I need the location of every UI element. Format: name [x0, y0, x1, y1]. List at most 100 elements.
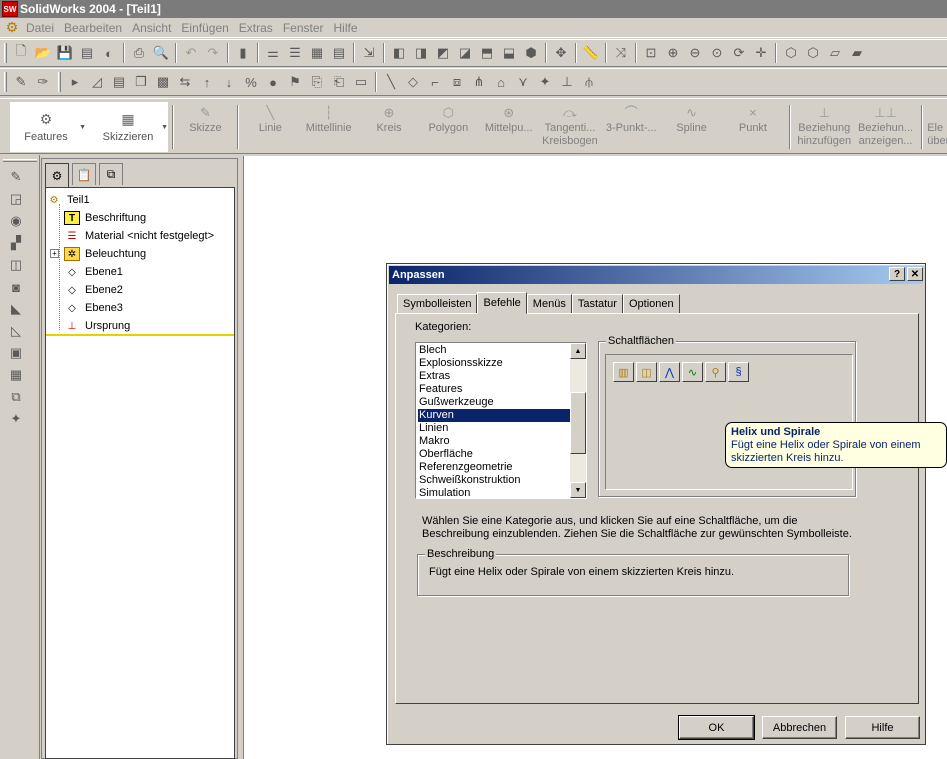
- sketch-copy-icon[interactable]: ❐: [130, 71, 152, 93]
- tree-item-beleuchtung[interactable]: ✲ Beleuchtung: [64, 245, 146, 263]
- close-icon[interactable]: ✕: [907, 267, 923, 281]
- cm-mittelpunkt-button[interactable]: ⊛ Mittelpu...: [478, 102, 539, 152]
- fillet-icon[interactable]: ◣: [4, 298, 28, 320]
- measure-icon[interactable]: 📏: [580, 42, 602, 64]
- list-item[interactable]: Blech: [418, 344, 572, 357]
- list-item[interactable]: Extras: [418, 370, 572, 383]
- split-line-icon[interactable]: ⚲: [705, 362, 726, 382]
- cm-skizze-button[interactable]: ✎ Skizze: [178, 102, 232, 152]
- list-item[interactable]: Linien: [418, 422, 572, 435]
- revolve-icon[interactable]: ◉: [4, 210, 28, 232]
- sketch-save2-icon[interactable]: ⎗: [328, 71, 350, 93]
- cm-entity-button[interactable]: Eleüber: [927, 102, 947, 152]
- toolbar-grip[interactable]: [4, 43, 7, 63]
- redo-icon[interactable]: ↷: [202, 42, 224, 64]
- cm-spline-button[interactable]: ∿ Spline: [662, 102, 721, 152]
- composite-curve-icon[interactable]: ◫: [636, 362, 657, 382]
- toolbar-grip[interactable]: [4, 72, 7, 92]
- view-back-icon[interactable]: ◨: [410, 42, 432, 64]
- cm-punkt-button[interactable]: × Punkt: [721, 102, 784, 152]
- tab-optionen[interactable]: Optionen: [622, 294, 680, 314]
- print-preview-icon[interactable]: 🔍: [150, 42, 172, 64]
- grid-icon[interactable]: ▦: [306, 42, 328, 64]
- curve-box-icon[interactable]: ▥: [613, 362, 634, 382]
- list-item[interactable]: Features: [418, 383, 572, 396]
- helix-spiral-icon[interactable]: §: [728, 362, 749, 382]
- undo-icon[interactable]: ↶: [180, 42, 202, 64]
- filter-icon[interactable]: ⇲: [358, 42, 380, 64]
- view-left-icon[interactable]: ◩: [432, 42, 454, 64]
- zoom-selection-icon[interactable]: ⊙: [706, 42, 728, 64]
- diamond-tool-icon[interactable]: ◇: [402, 71, 424, 93]
- pan-icon[interactable]: ✛: [750, 42, 772, 64]
- list-icon[interactable]: ☰: [284, 42, 306, 64]
- categories-listbox[interactable]: Blech Explosionsskizze Extras Features G…: [415, 342, 587, 499]
- view-front-icon[interactable]: ◧: [388, 42, 410, 64]
- arrow-up-icon[interactable]: ↑: [196, 71, 218, 93]
- menu-einfuegen[interactable]: Einfügen: [176, 21, 233, 35]
- view-top-icon[interactable]: ⬒: [476, 42, 498, 64]
- arrow-down-icon[interactable]: ↓: [218, 71, 240, 93]
- perpendicular-icon[interactable]: ⊥: [556, 71, 578, 93]
- listbox-scrollbar[interactable]: ▲ ▼: [570, 343, 586, 498]
- dropdown-arrow-icon[interactable]: ▼: [161, 124, 168, 131]
- tree-tool-icon[interactable]: ⋔: [468, 71, 490, 93]
- cm-linie-button[interactable]: ╲ Linie: [243, 102, 298, 152]
- list-item[interactable]: Simulation: [418, 487, 572, 498]
- menu-fenster[interactable]: Fenster: [278, 21, 329, 35]
- list-item[interactable]: Referenzgeometrie: [418, 461, 572, 474]
- list-item[interactable]: Gußwerkzeuge: [418, 396, 572, 409]
- line-tool-icon[interactable]: ╲: [380, 71, 402, 93]
- select-icon[interactable]: ▮: [232, 42, 254, 64]
- projected-curve-icon[interactable]: ⋀: [659, 362, 680, 382]
- view-bottom-icon[interactable]: ⬓: [498, 42, 520, 64]
- document-menu-icon[interactable]: ⚙: [3, 19, 21, 36]
- list-item[interactable]: Explosionsskizze: [418, 357, 572, 370]
- hidden-removed-icon[interactable]: ▱: [824, 42, 846, 64]
- list-item[interactable]: Schweißkonstruktion: [418, 474, 572, 487]
- sketch-point-icon[interactable]: ▸: [64, 71, 86, 93]
- tab-tastatur[interactable]: Tastatur: [571, 294, 623, 314]
- loft-icon[interactable]: ◫: [4, 254, 28, 276]
- rotate-icon[interactable]: ⟳: [728, 42, 750, 64]
- zoom-in-out-icon[interactable]: ⊖: [684, 42, 706, 64]
- percent-icon[interactable]: %: [240, 71, 262, 93]
- tag-tool-icon[interactable]: ⌂: [490, 71, 512, 93]
- scroll-down-icon[interactable]: ▼: [570, 482, 586, 498]
- tree-item-material[interactable]: ☰ Material <nicht festgelegt>: [64, 227, 215, 245]
- features-button[interactable]: ⚙ Features ▼: [10, 102, 86, 152]
- curve-through-points-icon[interactable]: ∿: [682, 362, 703, 382]
- more-features-icon[interactable]: ✦: [4, 408, 28, 430]
- select-filter-icon[interactable]: ⤨: [610, 42, 632, 64]
- sketch-tool-1-icon[interactable]: ✎: [10, 71, 32, 93]
- bracket-tool-icon[interactable]: ⌐: [424, 71, 446, 93]
- zoom-area-icon[interactable]: ⊕: [662, 42, 684, 64]
- normal-to-icon[interactable]: ✥: [550, 42, 572, 64]
- cm-tangent-arc-button[interactable]: ⤼ Tangenti... Kreisbogen: [539, 102, 600, 152]
- cm-kreis-button[interactable]: ⊕ Kreis: [359, 102, 418, 152]
- open-folder-icon[interactable]: 📂: [32, 42, 54, 64]
- menu-hilfe[interactable]: Hilfe: [329, 21, 363, 35]
- sketch-offset-icon[interactable]: ⇆: [174, 71, 196, 93]
- save-icon[interactable]: 💾: [54, 42, 76, 64]
- extrude-icon[interactable]: ◲: [4, 188, 28, 210]
- help-button[interactable]: Hilfe: [845, 716, 920, 739]
- menu-datei[interactable]: Datei: [21, 21, 59, 35]
- menu-bearbeiten[interactable]: Bearbeiten: [59, 21, 127, 35]
- shell-icon[interactable]: ▣: [4, 342, 28, 364]
- sketch-tool-2-icon[interactable]: ✑: [32, 71, 54, 93]
- scroll-thumb[interactable]: [570, 392, 586, 454]
- sketch-doc-icon[interactable]: ▤: [108, 71, 130, 93]
- sweep-icon[interactable]: ▞: [4, 232, 28, 254]
- tree-item-ebene2[interactable]: ◇ Ebene2: [64, 281, 123, 299]
- comment-icon[interactable]: ◐: [98, 42, 120, 64]
- pattern-icon[interactable]: ▦: [4, 364, 28, 386]
- new-document-icon[interactable]: 🗋: [10, 42, 32, 64]
- rollback-bar[interactable]: [46, 334, 234, 336]
- rebuild-icon[interactable]: ⚌: [262, 42, 284, 64]
- cut-icon[interactable]: ◙: [4, 276, 28, 298]
- cm-3point-arc-button[interactable]: ⌒ 3-Punkt-...: [601, 102, 662, 152]
- sketch-chart-icon[interactable]: ◿: [86, 71, 108, 93]
- tree-root[interactable]: ⚙ Teil1: [46, 191, 90, 209]
- help-title-button[interactable]: ?: [889, 267, 905, 281]
